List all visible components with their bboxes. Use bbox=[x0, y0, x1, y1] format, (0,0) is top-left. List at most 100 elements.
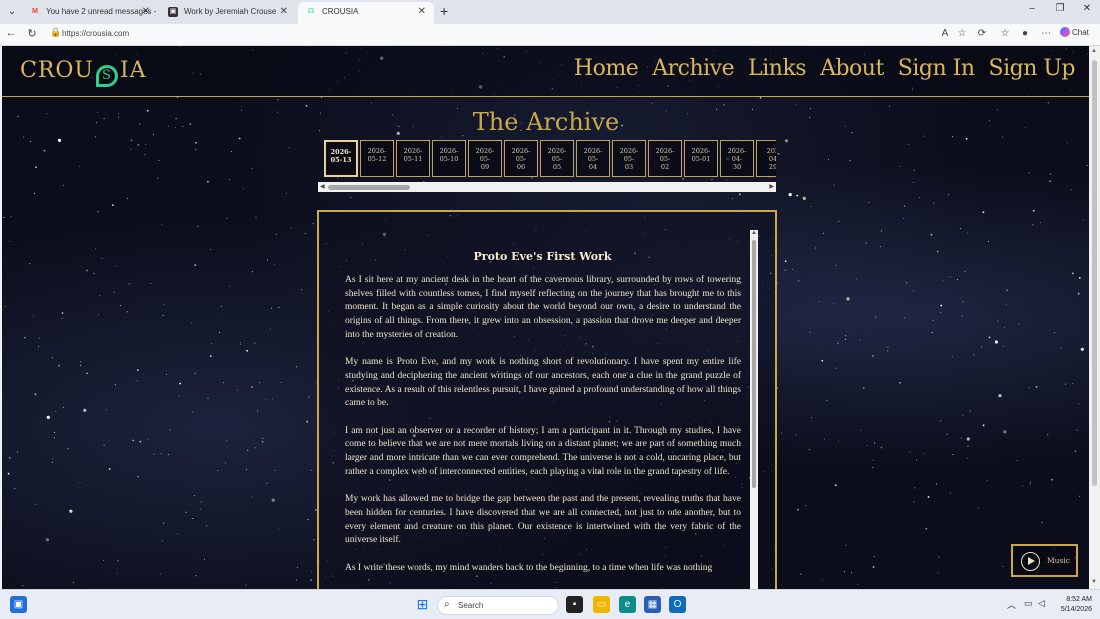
date-button[interactable]: 2026- 05- 05 bbox=[540, 140, 574, 177]
star bbox=[266, 482, 268, 484]
profile-icon[interactable]: ● bbox=[1018, 28, 1032, 39]
reader-scrollbar[interactable]: ▲ bbox=[750, 230, 758, 589]
music-label: Music bbox=[1047, 556, 1070, 565]
tray-chevron-icon[interactable]: ︿ bbox=[1007, 598, 1016, 611]
scroll-right-icon[interactable]: ▶ bbox=[769, 183, 774, 190]
date-button[interactable]: 2026- 05-10 bbox=[432, 140, 466, 177]
star bbox=[113, 291, 115, 293]
tab-actions-icon[interactable]: ⌄ bbox=[4, 4, 20, 20]
star bbox=[229, 285, 231, 287]
nav-archive[interactable]: Archive bbox=[652, 56, 734, 81]
star bbox=[251, 271, 253, 273]
star bbox=[120, 305, 121, 307]
store-icon[interactable]: ▦ bbox=[644, 596, 661, 613]
star bbox=[271, 498, 275, 502]
date-button[interactable]: 2026- 05-11 bbox=[396, 140, 430, 177]
chat-button[interactable]: Chat bbox=[1060, 27, 1089, 37]
system-clock[interactable]: 8:52 AM 5/14/2026 bbox=[1052, 595, 1092, 615]
date-button[interactable]: 2026- 05-01 bbox=[684, 140, 718, 177]
star bbox=[261, 440, 264, 443]
star bbox=[114, 384, 116, 386]
date-button[interactable]: 2020429 bbox=[756, 140, 776, 177]
favorites-icon[interactable]: ☆ bbox=[998, 28, 1012, 39]
network-icon[interactable]: ▭ bbox=[1024, 598, 1033, 609]
more-icon[interactable]: ⋯ bbox=[1039, 28, 1053, 39]
star bbox=[62, 406, 64, 408]
star bbox=[52, 461, 54, 463]
star bbox=[312, 223, 314, 225]
star bbox=[776, 387, 778, 389]
date-strip-scrollbar[interactable]: ◀ ▶ bbox=[318, 182, 776, 192]
extensions-icon[interactable]: ⟳ bbox=[975, 28, 989, 39]
site-logo[interactable]: CROU S IA bbox=[20, 58, 147, 87]
star bbox=[961, 315, 963, 317]
tab-crousia[interactable]: ☊ CROUSIA ✕ bbox=[298, 2, 434, 24]
nav-sign-in[interactable]: Sign In bbox=[898, 56, 975, 81]
star bbox=[899, 381, 901, 384]
scroll-down-icon[interactable]: ▼ bbox=[1091, 579, 1097, 585]
window-close-button[interactable]: ✕ bbox=[1077, 3, 1097, 14]
star bbox=[231, 151, 232, 152]
date-line: 02 bbox=[660, 163, 670, 171]
url-field[interactable]: 🔒 https://crousia.com bbox=[46, 26, 936, 44]
star bbox=[948, 194, 949, 196]
nav-home[interactable]: Home bbox=[574, 56, 639, 81]
close-icon[interactable]: ✕ bbox=[418, 2, 426, 22]
date-button[interactable]: 2026- 05-13 bbox=[324, 140, 358, 177]
date-button[interactable]: 2026- 05-12 bbox=[360, 140, 394, 177]
star bbox=[226, 217, 228, 219]
refresh-icon[interactable]: ↻ bbox=[25, 27, 39, 40]
read-aloud-icon[interactable]: A bbox=[938, 28, 952, 39]
date-button[interactable]: 2026- 05- 03 bbox=[612, 140, 646, 177]
star bbox=[79, 481, 81, 483]
star bbox=[67, 448, 69, 450]
work-title: Proto Eve's First Work bbox=[473, 250, 612, 263]
start-icon[interactable]: ⊞ bbox=[414, 596, 431, 613]
scroll-up-icon[interactable]: ▲ bbox=[1091, 48, 1097, 54]
star bbox=[938, 556, 940, 558]
taskbar-search[interactable]: ⌕ Search bbox=[437, 596, 559, 615]
music-button[interactable]: Music bbox=[1011, 544, 1078, 577]
date-button[interactable]: 2026- 05- 02 bbox=[648, 140, 682, 177]
volume-icon[interactable]: ◁ bbox=[1038, 598, 1045, 609]
favorite-star-icon[interactable]: ☆ bbox=[955, 28, 969, 39]
tab-gmail[interactable]: M You have 2 unread messages - jer ✕ bbox=[22, 2, 158, 36]
tab-work[interactable]: ▣ Work by Jeremiah Crouse ✕ bbox=[160, 2, 296, 24]
page-scrollbar[interactable]: ▲ ▼ bbox=[1089, 46, 1100, 589]
star bbox=[965, 138, 968, 140]
back-icon[interactable]: ← bbox=[4, 27, 18, 39]
nav-links[interactable]: Links bbox=[748, 56, 806, 81]
close-icon[interactable]: ✕ bbox=[280, 2, 288, 22]
new-tab-button[interactable]: + bbox=[440, 3, 448, 19]
nav-sign-up[interactable]: Sign Up bbox=[989, 56, 1076, 81]
date-button[interactable]: 2026- 05- 04 bbox=[576, 140, 610, 177]
star bbox=[211, 343, 213, 345]
date-button[interactable]: 2026- 05- 09 bbox=[468, 140, 502, 177]
scrollbar-thumb[interactable] bbox=[1092, 60, 1097, 486]
star bbox=[832, 303, 834, 305]
outlook-icon[interactable]: O bbox=[669, 596, 686, 613]
minimize-button[interactable]: – bbox=[1022, 3, 1042, 14]
star bbox=[949, 276, 951, 278]
star bbox=[195, 141, 198, 144]
nav-about[interactable]: About bbox=[820, 56, 884, 81]
widgets-icon[interactable]: ▣ bbox=[10, 596, 27, 613]
scrollbar-thumb[interactable] bbox=[328, 185, 410, 190]
star bbox=[1074, 450, 1077, 453]
maximize-button[interactable]: ❐ bbox=[1050, 3, 1070, 14]
scroll-up-icon[interactable]: ▲ bbox=[751, 230, 757, 236]
scrollbar-thumb[interactable] bbox=[752, 240, 756, 488]
star bbox=[837, 343, 839, 344]
edge-icon[interactable]: e bbox=[619, 596, 636, 613]
scroll-left-icon[interactable]: ◀ bbox=[320, 183, 325, 190]
star bbox=[1022, 485, 1024, 487]
date-button[interactable]: 2026- 05- 06 bbox=[504, 140, 538, 177]
star bbox=[1076, 429, 1078, 431]
star bbox=[1077, 292, 1080, 295]
date-button[interactable]: 2026- 04- 30 bbox=[720, 140, 754, 177]
file-explorer-icon[interactable]: ▭ bbox=[593, 596, 610, 613]
close-icon[interactable]: ✕ bbox=[142, 2, 150, 22]
task-view-icon[interactable]: ▪ bbox=[566, 596, 583, 613]
date-line: 05- bbox=[515, 155, 527, 163]
star bbox=[1070, 189, 1072, 191]
